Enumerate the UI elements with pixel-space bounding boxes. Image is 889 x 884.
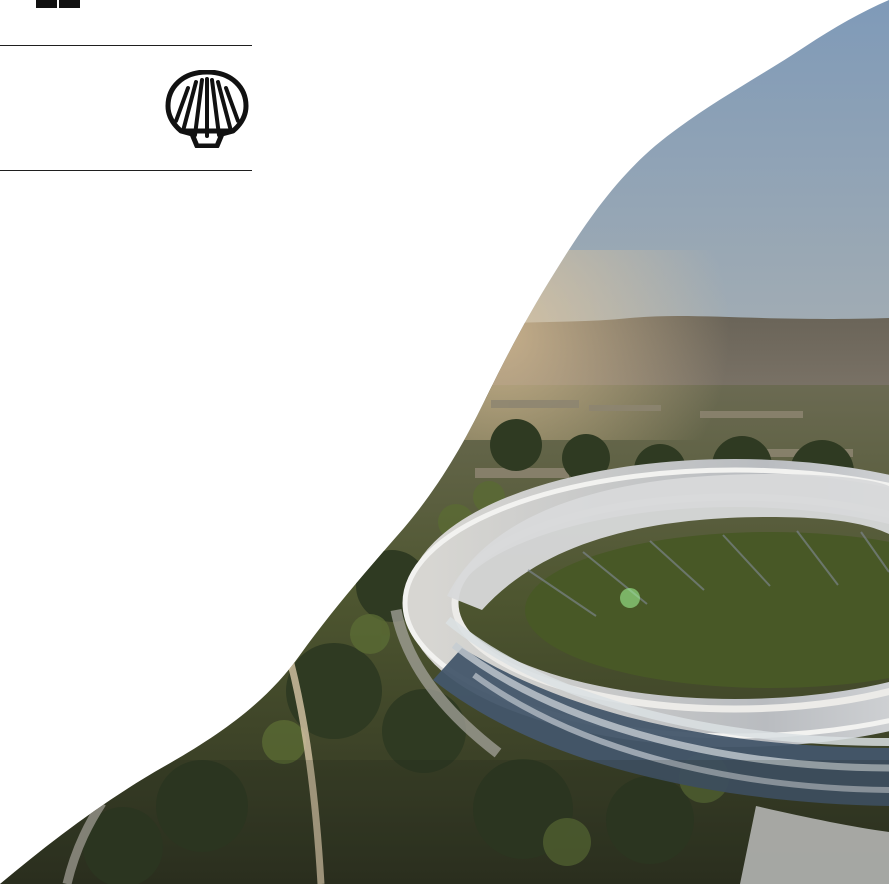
aerial-campus-photo (0, 0, 889, 884)
hero-section (0, 0, 889, 884)
